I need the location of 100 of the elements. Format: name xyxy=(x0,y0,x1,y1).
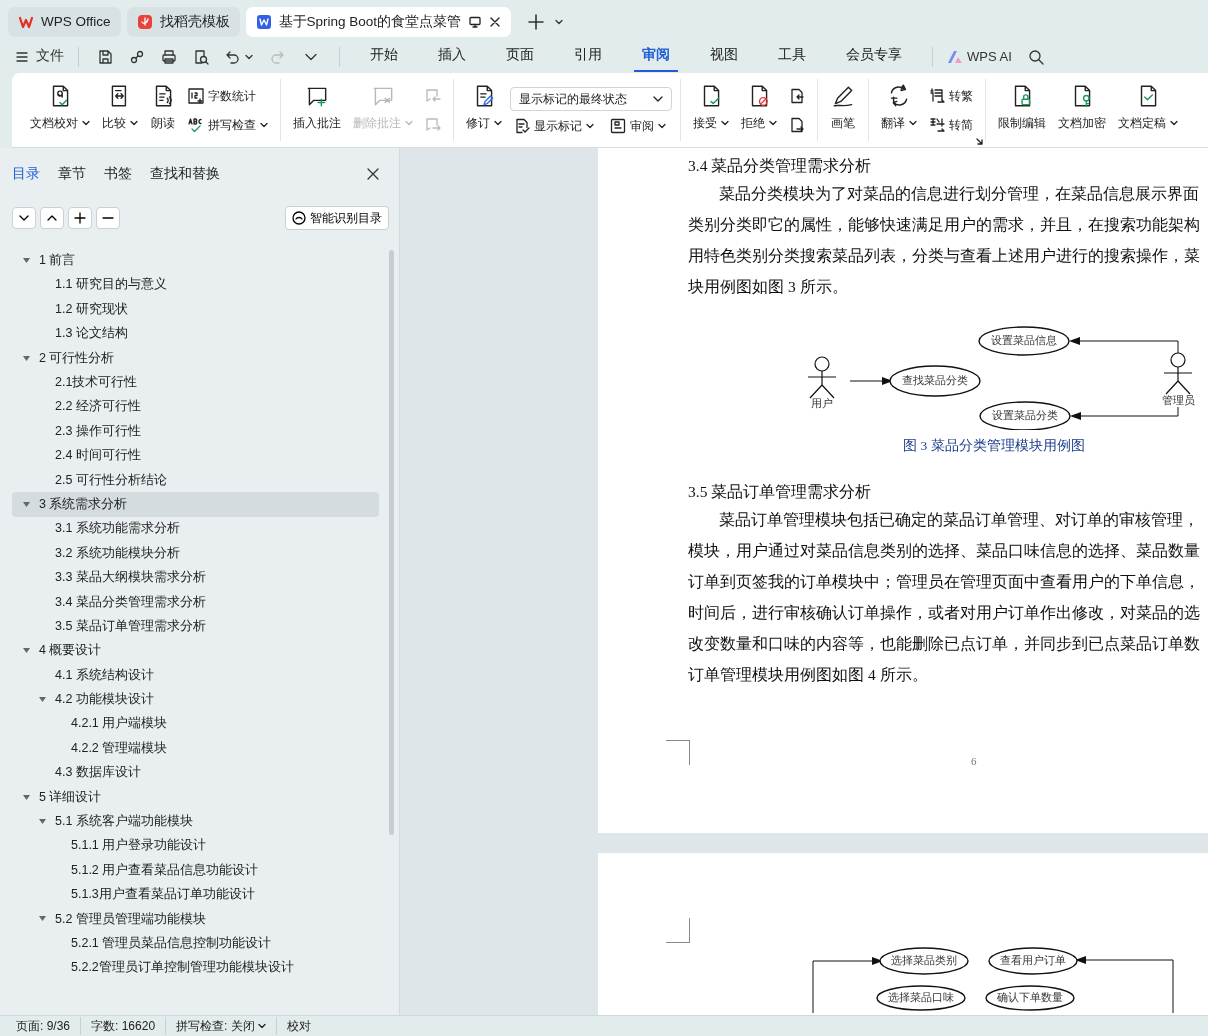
outline-item[interactable]: 5.1.2 用户查看菜品信息功能设计 xyxy=(12,858,379,883)
ribbon-button[interactable]: 拼写检查 xyxy=(184,113,272,136)
ai-button[interactable]: WPS AI xyxy=(945,44,1014,69)
outline-item[interactable]: 5.1.1 用户登录功能设计 xyxy=(12,833,379,858)
outline-item[interactable]: 2.1技术可行性 xyxy=(12,370,379,395)
close-icon[interactable] xyxy=(489,16,502,28)
outline-item[interactable]: 5.1.3用户查看菜品订单功能设计 xyxy=(12,882,379,907)
outline-item[interactable]: 4.2.2 管理端模块 xyxy=(12,736,379,761)
ribbon-button[interactable]: 显示标记 xyxy=(510,115,598,137)
outline-item[interactable]: 4.2.1 用户端模块 xyxy=(12,711,379,737)
paragraph-line: 订单管理模块用例图如图 4 所示。 xyxy=(687,665,929,686)
comment-previous-icon xyxy=(425,87,441,104)
remove-button[interactable] xyxy=(96,207,120,230)
ribbon-button[interactable]: 画笔 xyxy=(824,79,862,141)
outline-item[interactable]: 5 详细设计 xyxy=(12,784,379,810)
tab-list-button[interactable] xyxy=(553,17,566,27)
outline-item[interactable]: 2 可行性分析 xyxy=(12,345,379,371)
chevron-down-icon xyxy=(653,96,663,102)
review-pane-icon xyxy=(610,118,626,134)
outline-item[interactable]: 4.1 系统结构设计 xyxy=(12,662,379,688)
add-button[interactable] xyxy=(68,207,92,230)
outline-item[interactable]: 1.1 研究目的与意义 xyxy=(12,272,379,298)
outline-item[interactable]: 2.3 操作可行性 xyxy=(12,419,379,444)
outline-item[interactable]: 2.5 可行性分析结论 xyxy=(12,467,379,493)
panel-tab[interactable]: 书签 xyxy=(104,162,140,187)
caret-icon[interactable] xyxy=(38,695,47,703)
caret-icon[interactable] xyxy=(22,793,31,801)
outline-item[interactable]: 1.2 研究现状 xyxy=(12,297,379,322)
ribbon-tab[interactable]: 工具 xyxy=(770,41,814,72)
panel-tab[interactable]: 目录 xyxy=(12,162,48,187)
print-icon xyxy=(161,48,177,65)
expand-icon[interactable] xyxy=(976,138,983,145)
file-menu[interactable]: 文件 xyxy=(14,44,66,69)
ribbon-button[interactable]: 拒绝 xyxy=(735,79,783,141)
ribbon-tab[interactable]: 页面 xyxy=(498,41,542,72)
comment-next-icon xyxy=(425,116,441,133)
ribbon-button[interactable]: 修订 xyxy=(460,79,508,141)
paragraph-line: 模块，用户通过对菜品信息类别的选择、菜品口味信息的选择、菜品数量 xyxy=(687,541,1201,562)
outline-item[interactable]: 4.2 功能模块设计 xyxy=(12,687,379,712)
panel-tab[interactable]: 章节 xyxy=(58,162,94,187)
ribbon-button[interactable]: 比较 xyxy=(96,79,144,141)
ribbon-button[interactable]: 限制编辑 xyxy=(992,79,1052,141)
page-number: 6 xyxy=(971,753,978,769)
section-heading: 3.5 菜品订单管理需求分析 xyxy=(687,482,873,503)
ribbon-tab[interactable]: 会员专享 xyxy=(838,41,910,72)
outline-item[interactable]: 5.1 系统客户端功能模块 xyxy=(12,809,379,834)
caret-icon[interactable] xyxy=(38,915,47,923)
ribbon-button[interactable]: 文档加密 xyxy=(1052,79,1112,141)
markup-dropdown[interactable]: 显示标记的最终状态 xyxy=(510,87,672,111)
outline-item[interactable]: 3.5 菜品订单管理需求分析 xyxy=(12,614,379,639)
logo-icon xyxy=(18,14,34,30)
outline-item[interactable]: 4 概要设计 xyxy=(12,638,379,663)
ribbon-button[interactable]: 文档校对 xyxy=(24,79,96,141)
outline-item[interactable]: 3 系统需求分析 xyxy=(12,492,379,517)
outline-item[interactable]: 3.1 系统功能需求分析 xyxy=(12,516,379,541)
scrollbar[interactable] xyxy=(389,250,394,836)
outline-item[interactable]: 4.3 数据库设计 xyxy=(12,760,379,785)
ribbon-button[interactable]: 字数统计 xyxy=(184,84,272,107)
proofread-button[interactable]: 校对 xyxy=(275,1017,321,1035)
ribbon-button[interactable]: 插入批注 xyxy=(287,79,347,141)
outline-item[interactable]: 5.2.2管理员订单控制管理功能模块设计 xyxy=(12,955,379,980)
ribbon-button[interactable]: 翻译 xyxy=(875,79,923,141)
caret-icon[interactable] xyxy=(22,500,31,508)
outline-item[interactable]: 2.2 经济可行性 xyxy=(12,394,379,419)
use-case: 设置菜品分类 xyxy=(979,401,1071,430)
paragraph-line: 菜品分类模块为了对菜品的信息进行划分管理，在菜品信息展示界面 xyxy=(718,184,1200,204)
ribbon-tab[interactable]: 插入 xyxy=(430,41,474,72)
ribbon-tab[interactable]: 视图 xyxy=(702,41,746,72)
ribbon-tab[interactable]: 审阅 xyxy=(634,41,678,72)
caret-icon[interactable] xyxy=(22,647,31,655)
ribbon-button[interactable]: 朗读 xyxy=(144,79,182,141)
margin-mark xyxy=(666,739,690,765)
ribbon-tab[interactable]: 引用 xyxy=(566,41,610,72)
document-tab[interactable]: 基于Spring Boot的食堂点菜管 xyxy=(245,7,512,37)
smart-toc-button[interactable]: 智能识别目录 xyxy=(285,206,389,231)
paragraph-line: 块用例图如图 3 所示。 xyxy=(687,277,849,297)
collapse-button[interactable] xyxy=(12,207,36,230)
outline-item[interactable]: 5.2.1 管理员菜品信息控制功能设计 xyxy=(12,931,379,956)
outline-item[interactable]: 3.3 菜品大纲模块需求分析 xyxy=(12,565,379,590)
ribbon-button[interactable]: 接受 xyxy=(687,79,735,141)
document-tab[interactable]: 找稻壳模板 xyxy=(126,7,240,37)
outline-item[interactable]: 3.2 系统功能模块分析 xyxy=(12,540,379,566)
outline-item[interactable]: 1 前言 xyxy=(12,248,379,273)
document-tab[interactable]: WPS Office xyxy=(8,7,121,37)
outline-item[interactable]: 5.2 管理员管理端功能模块 xyxy=(12,906,379,932)
panel-tab[interactable]: 查找和替换 xyxy=(150,162,228,187)
ribbon-button[interactable]: 文档定稿 xyxy=(1112,79,1184,141)
outline-item[interactable]: 2.4 时间可行性 xyxy=(12,443,379,468)
document-arrow-icon xyxy=(789,116,805,133)
caret-icon[interactable] xyxy=(22,354,31,362)
caret-icon[interactable] xyxy=(38,817,47,825)
spell-check-toggle[interactable]: 拼写检查: 关闭 xyxy=(166,1017,276,1035)
ribbon-tab[interactable]: 开始 xyxy=(362,41,406,72)
ribbon-button[interactable]: 审阅 xyxy=(606,115,670,137)
traditional-icon xyxy=(929,87,945,104)
ribbon-button[interactable]: 转简 xyxy=(925,113,977,136)
ribbon-button[interactable]: 转繁 xyxy=(925,84,977,107)
outline-item[interactable]: 1.3 论文结构 xyxy=(12,321,379,346)
outline-item[interactable]: 3.4 菜品分类管理需求分析 xyxy=(12,589,379,615)
caret-icon[interactable] xyxy=(22,256,31,264)
